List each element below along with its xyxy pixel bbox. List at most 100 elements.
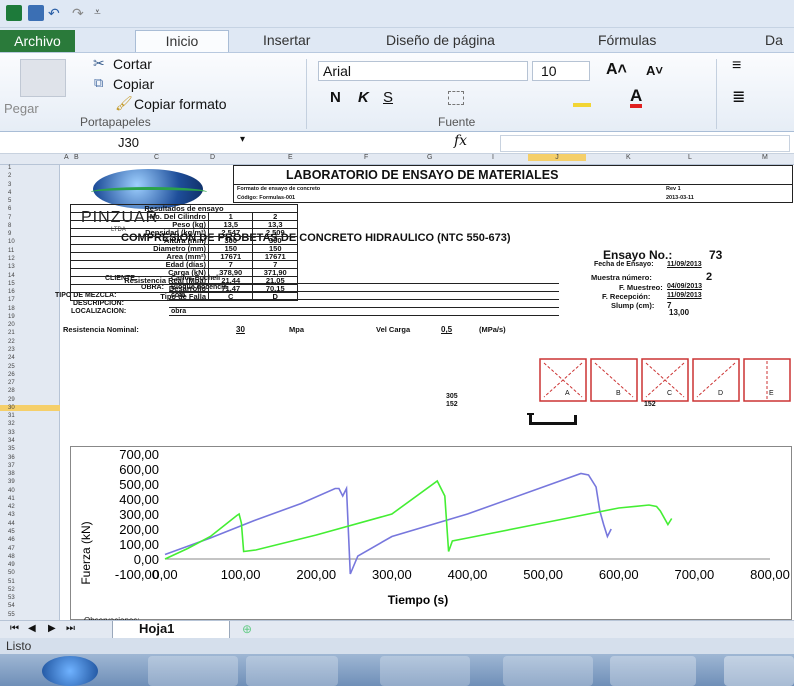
- align-left-icon[interactable]: ≣: [732, 87, 745, 107]
- row-header[interactable]: 4: [8, 190, 11, 196]
- col-header[interactable]: K: [626, 154, 631, 161]
- row-header[interactable]: 49: [8, 562, 15, 568]
- undo-icon[interactable]: ↶: [48, 5, 64, 21]
- row-header[interactable]: 52: [8, 587, 15, 593]
- row-header[interactable]: 44: [8, 521, 15, 527]
- row-header[interactable]: 43: [8, 512, 15, 518]
- new-sheet-icon[interactable]: ⊕: [242, 622, 252, 636]
- fill-color-icon[interactable]: [573, 91, 591, 107]
- row-header[interactable]: 19: [8, 314, 15, 320]
- shrink-font-icon[interactable]: A˅: [646, 63, 663, 78]
- tab-archivo[interactable]: Archivo: [0, 30, 75, 52]
- row-header[interactable]: 7: [8, 215, 11, 221]
- row-header[interactable]: 47: [8, 546, 15, 552]
- customize-qat-icon[interactable]: ⩡: [94, 5, 110, 21]
- row-header[interactable]: 20: [8, 322, 15, 328]
- borders-icon[interactable]: [448, 91, 464, 105]
- row-header[interactable]: 17: [8, 297, 15, 303]
- col-header[interactable]: D: [210, 154, 215, 161]
- tab-diseno[interactable]: Diseño de página: [386, 32, 495, 48]
- row-header[interactable]: 29: [8, 397, 15, 403]
- next-sheet-icon[interactable]: ▶: [48, 623, 56, 634]
- col-header[interactable]: A: [64, 154, 69, 161]
- row-header[interactable]: 34: [8, 438, 15, 444]
- row-header[interactable]: 30: [0, 404, 60, 411]
- results-label[interactable]: Tipo de Falla: [70, 292, 209, 301]
- font-name-select[interactable]: Arial: [318, 61, 528, 81]
- row-header[interactable]: 24: [8, 355, 15, 361]
- row-header[interactable]: 54: [8, 603, 15, 609]
- row-header[interactable]: 12: [8, 256, 15, 262]
- prev-sheet-icon[interactable]: ◀: [28, 623, 36, 634]
- redo-icon[interactable]: ↷: [72, 5, 88, 21]
- paste-button[interactable]: Pegar: [4, 101, 39, 116]
- row-header[interactable]: 1: [8, 165, 11, 171]
- row-header[interactable]: 50: [8, 570, 15, 576]
- row-header[interactable]: 38: [8, 471, 15, 477]
- align-top-icon[interactable]: ≡: [732, 57, 741, 75]
- excel-taskbar-icon[interactable]: [724, 656, 794, 686]
- row-header[interactable]: 3: [8, 182, 11, 188]
- col-header[interactable]: C: [154, 154, 159, 161]
- row-header[interactable]: 27: [8, 380, 15, 386]
- row-header[interactable]: 22: [8, 339, 15, 345]
- results-value[interactable]: D: [252, 292, 298, 301]
- grow-font-icon[interactable]: A˄: [606, 61, 627, 79]
- col-header[interactable]: I: [492, 154, 494, 161]
- col-header-selected[interactable]: J: [528, 154, 586, 161]
- row-header[interactable]: 40: [8, 488, 15, 494]
- row-header[interactable]: 14: [8, 273, 15, 279]
- tab-formulas[interactable]: Fórmulas: [598, 32, 656, 48]
- col-header[interactable]: M: [762, 154, 768, 161]
- font-size-select[interactable]: 10: [532, 61, 590, 81]
- row-header[interactable]: 10: [8, 239, 15, 245]
- copy-button[interactable]: Copiar: [113, 76, 154, 92]
- apps-taskbar-icon[interactable]: [503, 656, 593, 686]
- cut-button[interactable]: Cortar: [113, 56, 152, 72]
- col-header[interactable]: F: [364, 154, 368, 161]
- row-header[interactable]: 31: [8, 413, 15, 419]
- col-header[interactable]: G: [427, 154, 432, 161]
- row-header[interactable]: 55: [8, 612, 15, 618]
- row-header[interactable]: 9: [8, 231, 11, 237]
- name-box[interactable]: J30: [60, 135, 230, 152]
- row-header[interactable]: 46: [8, 537, 15, 543]
- tab-datos[interactable]: Da: [765, 32, 783, 48]
- fx-icon[interactable]: fx: [454, 133, 467, 149]
- format-painter-button[interactable]: Copiar formato: [134, 96, 227, 112]
- formula-input[interactable]: [500, 135, 790, 152]
- row-header[interactable]: 53: [8, 595, 15, 601]
- ie-taskbar-icon[interactable]: [148, 656, 238, 686]
- row-header[interactable]: 11: [8, 248, 14, 254]
- row-header[interactable]: 18: [8, 306, 15, 312]
- word-taskbar-icon[interactable]: [610, 656, 696, 686]
- results-value[interactable]: C: [207, 292, 254, 301]
- row-header[interactable]: 15: [8, 281, 15, 287]
- italic-icon[interactable]: K: [358, 89, 369, 106]
- row-header[interactable]: 23: [8, 347, 15, 353]
- underline-icon[interactable]: S: [383, 89, 393, 106]
- row-header[interactable]: 28: [8, 388, 15, 394]
- row-header[interactable]: 41: [8, 496, 15, 502]
- selected-cell-marker[interactable]: [529, 415, 577, 425]
- tab-inicio[interactable]: Inicio: [135, 30, 229, 52]
- save-icon[interactable]: [28, 5, 44, 21]
- name-box-dropdown-icon[interactable]: ▾: [240, 134, 245, 145]
- row-header[interactable]: 45: [8, 529, 15, 535]
- row-header[interactable]: 8: [8, 223, 11, 229]
- explorer-taskbar-icon[interactable]: [246, 656, 338, 686]
- row-header[interactable]: 48: [8, 554, 15, 560]
- row-header[interactable]: 51: [8, 579, 15, 585]
- start-button-icon[interactable]: [42, 656, 98, 686]
- col-header[interactable]: B: [74, 154, 79, 161]
- chrome-taskbar-icon[interactable]: [380, 656, 470, 686]
- row-header[interactable]: 13: [8, 264, 15, 270]
- col-header[interactable]: E: [288, 154, 293, 161]
- row-header[interactable]: 16: [8, 289, 15, 295]
- row-header[interactable]: 37: [8, 463, 15, 469]
- paste-icon[interactable]: [20, 59, 66, 97]
- chart-container[interactable]: -100,00 0,00 100,00 200,00 300,00 400,00 500,0…: [70, 446, 792, 620]
- last-sheet-icon[interactable]: ⏭: [66, 623, 75, 634]
- row-header[interactable]: 32: [8, 421, 15, 427]
- tab-insertar[interactable]: Insertar: [263, 32, 310, 48]
